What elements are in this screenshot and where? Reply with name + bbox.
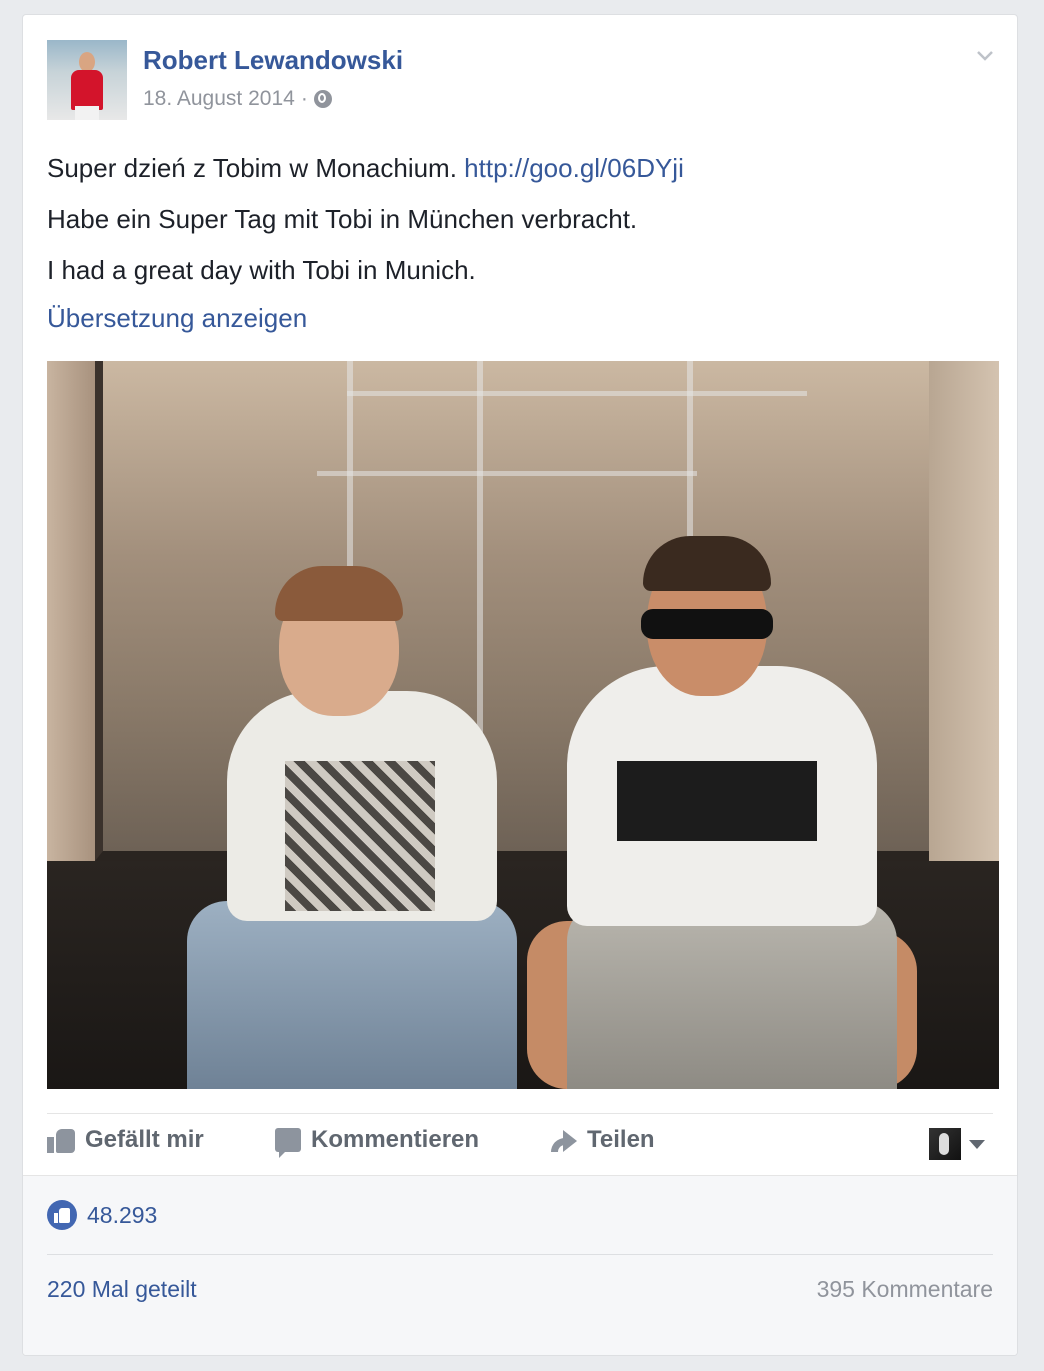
avatar-jersey <box>71 70 103 110</box>
meta-separator: · <box>300 87 308 110</box>
post-footer: 48.293 220 Mal geteilt 395 Kommentare <box>23 1175 1017 1355</box>
avatar-shorts <box>75 106 99 120</box>
person-left-hair <box>275 566 403 621</box>
share-button[interactable]: Teilen <box>549 1126 655 1154</box>
window-frame <box>317 471 697 476</box>
person-right-shorts <box>567 901 897 1089</box>
speech-bubble-icon <box>275 1128 301 1158</box>
translate-link[interactable]: Übersetzung anzeigen <box>47 303 307 334</box>
identity-switcher[interactable] <box>929 1128 985 1160</box>
thumbs-up-icon <box>47 1127 75 1153</box>
caret-down-icon <box>969 1139 985 1149</box>
comment-button[interactable]: Kommentieren <box>275 1126 480 1158</box>
post-link[interactable]: http://goo.gl/06DYji <box>464 153 684 183</box>
avatar-head <box>79 52 95 72</box>
comments-count[interactable]: 395 Kommentare <box>817 1276 993 1303</box>
globe-icon[interactable] <box>313 90 332 108</box>
like-reaction-icon <box>47 1200 77 1230</box>
like-count: 48.293 <box>87 1201 158 1228</box>
share-label: Teilen <box>587 1126 655 1153</box>
post-line-german: Habe ein Super Tag mit Tobi in München v… <box>47 204 638 234</box>
like-label: Gefällt mir <box>85 1126 204 1153</box>
person-right-shirt-stripe <box>617 761 817 841</box>
person-right-hair <box>643 536 771 591</box>
author-avatar[interactable] <box>47 40 127 120</box>
author-name[interactable]: Robert Lewandowski <box>143 45 403 76</box>
post-line-polish: Super dzień z Tobim w Monachium. http://… <box>47 153 684 183</box>
reactions-summary[interactable]: 48.293 <box>47 1200 157 1230</box>
chevron-down-icon[interactable] <box>975 45 995 65</box>
shares-count[interactable]: 220 Mal geteilt <box>47 1276 197 1303</box>
post-card: Robert Lewandowski 18. August 2014 · Sup… <box>22 14 1018 1356</box>
person-left-shirt-print <box>285 761 435 911</box>
post-date[interactable]: 18. August 2014 <box>143 87 295 111</box>
wall-right <box>929 361 999 861</box>
post-meta: 18. August 2014 · <box>143 87 332 111</box>
share-arrow-icon <box>549 1128 577 1152</box>
footer-divider <box>47 1254 993 1255</box>
sunglasses <box>641 609 773 639</box>
comment-label: Kommentieren <box>311 1126 480 1153</box>
like-button[interactable]: Gefällt mir <box>47 1126 204 1154</box>
post-photo[interactable] <box>47 361 999 1089</box>
window-frame <box>347 391 807 396</box>
post-line-english: I had a great day with Tobi in Munich. <box>47 255 476 285</box>
person-left-jeans <box>187 901 517 1089</box>
user-avatar <box>929 1128 961 1160</box>
post-text: Super dzień z Tobim w Monachium. http://… <box>47 143 684 296</box>
action-bar: Gefällt mir Kommentieren Teilen <box>47 1113 993 1176</box>
